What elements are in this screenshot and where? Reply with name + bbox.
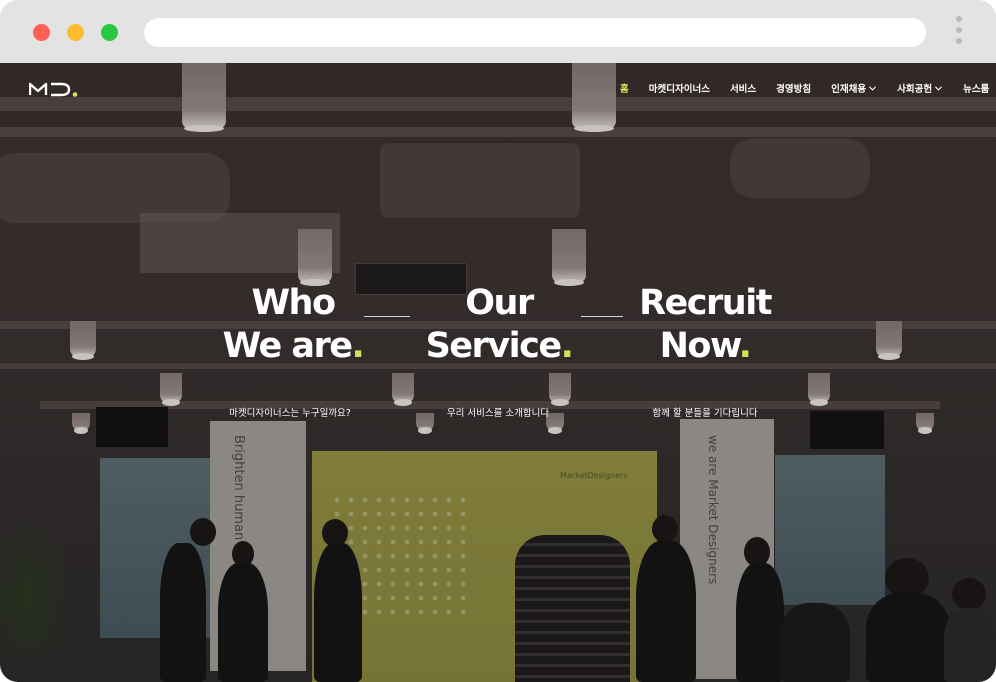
hero-title-line1: Our bbox=[465, 283, 534, 323]
nav-item-label: 뉴스룸 bbox=[963, 84, 990, 95]
hero-title-line2: Now. bbox=[630, 325, 780, 368]
hero-title-text: Service bbox=[425, 326, 563, 366]
hero-title-text: Now bbox=[659, 326, 740, 366]
nav-item-social-contribution[interactable]: 사회공헌 bbox=[897, 81, 943, 95]
browser-toolbar bbox=[0, 0, 996, 63]
nav-item-recruitment[interactable]: 인재채용 bbox=[831, 81, 877, 95]
nav-item-management-policy[interactable]: 경영방침 bbox=[776, 81, 811, 95]
hero-title-line1: Who bbox=[251, 283, 336, 323]
hero-subtitle: 우리 서비스를 소개합니다 bbox=[446, 408, 550, 419]
accent-period: . bbox=[560, 326, 574, 366]
browser-window: MarketDesigners Brighten human we are Ma… bbox=[0, 0, 996, 682]
hero-title-text: We are bbox=[222, 326, 353, 366]
hero-subtitle: 마켓디자이너스는 누구일까요? bbox=[229, 408, 351, 419]
hero-title-line2: We are. bbox=[222, 325, 365, 368]
md-logo[interactable] bbox=[29, 79, 81, 99]
maximize-window-button[interactable] bbox=[101, 24, 118, 41]
nav-item-label: 서비스 bbox=[729, 84, 757, 95]
nav-item-label: 마켓디자이너스 bbox=[648, 84, 710, 95]
nav-item-home[interactable]: 홈 bbox=[620, 81, 629, 95]
main-navigation: 홈 마켓디자이너스 서비스 경영방침 인재채용 사회공헌 뉴스룸 bbox=[620, 79, 989, 97]
hero-link-who-we-are[interactable]: Who We are. bbox=[222, 282, 365, 368]
nav-item-service[interactable]: 서비스 bbox=[730, 81, 756, 95]
kebab-menu-icon[interactable] bbox=[952, 16, 966, 50]
hero-title-line1: Recruit bbox=[639, 283, 772, 323]
photo-overlay bbox=[0, 63, 996, 682]
chevron-down-icon bbox=[869, 85, 877, 91]
chevron-down-icon bbox=[935, 85, 943, 91]
hero-link-our-service[interactable]: Our Service. bbox=[424, 282, 574, 368]
hero-section: MarketDesigners Brighten human we are Ma… bbox=[0, 63, 996, 682]
close-window-button[interactable] bbox=[33, 24, 50, 41]
nav-item-label: 사회공헌 bbox=[897, 84, 933, 95]
hero-title: Our Service. bbox=[424, 282, 574, 368]
hero-title: Who We are. bbox=[222, 282, 365, 368]
nav-item-label: 홈 bbox=[620, 84, 629, 95]
address-bar-input[interactable] bbox=[144, 18, 926, 47]
nav-item-label: 경영방침 bbox=[776, 84, 812, 95]
hero-subtitle: 함께 할 분들을 기다립니다 bbox=[652, 408, 758, 419]
accent-period: . bbox=[351, 326, 365, 366]
nav-item-newsroom[interactable]: 뉴스룸 bbox=[963, 81, 989, 95]
hero-divider bbox=[364, 316, 410, 317]
hero-title: Recruit Now. bbox=[630, 282, 780, 368]
hero-title-line2: Service. bbox=[424, 325, 574, 368]
hero-divider bbox=[581, 316, 623, 317]
accent-period: . bbox=[738, 326, 752, 366]
hero-link-recruit-now[interactable]: Recruit Now. bbox=[630, 282, 780, 368]
minimize-window-button[interactable] bbox=[67, 24, 84, 41]
nav-item-label: 인재채용 bbox=[831, 84, 867, 95]
nav-item-market-designers[interactable]: 마켓디자이너스 bbox=[649, 81, 710, 95]
